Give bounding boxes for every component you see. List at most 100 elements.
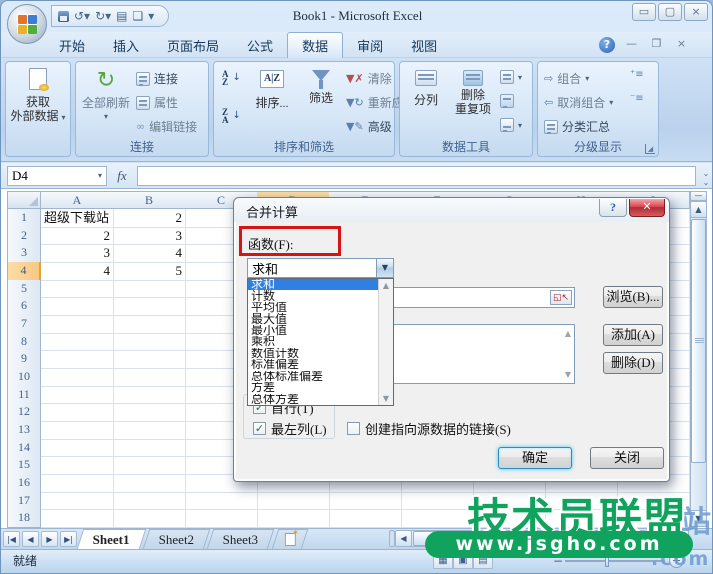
cell-A10[interactable] bbox=[41, 368, 114, 387]
function-option-计数[interactable]: 计数 bbox=[248, 290, 378, 301]
cell-B6[interactable] bbox=[113, 297, 186, 316]
cell-A11[interactable] bbox=[41, 386, 114, 405]
dialog-help-icon[interactable]: ? bbox=[599, 199, 627, 217]
vertical-scroll-thumb[interactable] bbox=[691, 219, 706, 463]
sort-ascending-button[interactable]: AZ↓ bbox=[222, 70, 241, 86]
cell-A1[interactable]: 超级下载站 bbox=[41, 209, 114, 228]
row-header-18[interactable]: 18 bbox=[7, 509, 41, 528]
help-icon[interactable]: ? bbox=[599, 37, 615, 53]
cell-B10[interactable] bbox=[113, 368, 186, 387]
cell-A18[interactable] bbox=[41, 509, 114, 528]
select-all-corner[interactable] bbox=[7, 191, 41, 209]
cell-D18[interactable] bbox=[257, 509, 330, 528]
function-option-乘积[interactable]: 乘积 bbox=[248, 336, 378, 347]
dialog-close-icon[interactable]: ✕ bbox=[629, 199, 665, 217]
row-header-8[interactable]: 8 bbox=[7, 333, 41, 352]
tab-页面布局[interactable]: 页面布局 bbox=[153, 32, 233, 58]
cell-B18[interactable] bbox=[113, 509, 186, 528]
cell-A6[interactable] bbox=[41, 297, 114, 316]
create-links-checkbox[interactable]: 创建指向源数据的链接(S) bbox=[347, 419, 511, 438]
filter-button[interactable]: 筛选 bbox=[300, 70, 342, 105]
row-header-11[interactable]: 11 bbox=[7, 386, 41, 405]
split-handle[interactable]: — bbox=[690, 191, 707, 201]
function-option-平均值[interactable]: 平均值 bbox=[248, 302, 378, 313]
row-header-2[interactable]: 2 bbox=[7, 227, 41, 246]
sheet-tab-Sheet3[interactable]: Sheet3 bbox=[207, 529, 275, 549]
cell-B16[interactable] bbox=[113, 474, 186, 493]
cell-A15[interactable] bbox=[41, 456, 114, 475]
row-header-1[interactable]: 1 bbox=[7, 209, 41, 228]
cell-B15[interactable] bbox=[113, 456, 186, 475]
tab-插入[interactable]: 插入 bbox=[99, 32, 153, 58]
consolidate-button[interactable] bbox=[500, 94, 514, 108]
cell-C18[interactable] bbox=[185, 509, 258, 528]
next-sheet-icon[interactable]: ▶ bbox=[41, 531, 58, 547]
row-header-13[interactable]: 13 bbox=[7, 421, 41, 440]
scroll-up-icon[interactable]: ▲ bbox=[690, 201, 707, 218]
function-option-总体标准偏差[interactable]: 总体标准偏差 bbox=[248, 371, 378, 382]
row-header-14[interactable]: 14 bbox=[7, 439, 41, 458]
function-combobox[interactable]: 求和 ▼ bbox=[247, 258, 394, 278]
workbook-minimize-icon[interactable]: — bbox=[621, 37, 642, 52]
tab-视图[interactable]: 视图 bbox=[397, 32, 451, 58]
cell-B11[interactable] bbox=[113, 386, 186, 405]
cell-A2[interactable]: 2 bbox=[41, 227, 114, 246]
sheet-tab-Sheet2[interactable]: Sheet2 bbox=[143, 529, 211, 549]
dropdown-scroll-down-icon[interactable]: ▼ bbox=[383, 394, 389, 403]
create-links-checkbox-box[interactable] bbox=[347, 422, 360, 435]
row-header-7[interactable]: 7 bbox=[7, 315, 41, 334]
left-column-checkbox-box[interactable]: ✓ bbox=[253, 422, 266, 435]
sheet-tab-Sheet1[interactable]: Sheet1 bbox=[77, 529, 146, 549]
left-column-checkbox[interactable]: ✓ 最左列(L) bbox=[253, 419, 327, 438]
add-button[interactable]: 添加(A) bbox=[603, 324, 663, 346]
remove-duplicates-button[interactable]: 删除 重复项 bbox=[450, 70, 496, 116]
cell-B12[interactable] bbox=[113, 403, 186, 422]
text-to-columns-button[interactable]: 分列 bbox=[404, 70, 448, 107]
cell-B1[interactable]: 2 bbox=[113, 209, 186, 228]
row-header-17[interactable]: 17 bbox=[7, 492, 41, 511]
ungroup-button[interactable]: ⇦ 取消组合▾ bbox=[544, 94, 613, 111]
minimize-button[interactable]: ▭ bbox=[632, 3, 656, 21]
cell-A12[interactable] bbox=[41, 403, 114, 422]
sort-button[interactable]: A|Z 排序... bbox=[248, 70, 296, 110]
insert-worksheet-tab[interactable] bbox=[271, 529, 307, 549]
dropdown-scrollbar[interactable]: ▲ ▼ bbox=[378, 279, 393, 405]
cell-F17[interactable] bbox=[401, 492, 474, 511]
cell-A5[interactable] bbox=[41, 280, 114, 299]
dialog-close-button[interactable]: 关闭 bbox=[590, 447, 664, 469]
scroll-left-icon[interactable]: ◀ bbox=[395, 530, 412, 547]
cell-A13[interactable] bbox=[41, 421, 114, 440]
tab-数据[interactable]: 数据 bbox=[287, 32, 343, 58]
column-header-A[interactable]: A bbox=[41, 191, 114, 209]
row-header-16[interactable]: 16 bbox=[7, 474, 41, 493]
cell-A16[interactable] bbox=[41, 474, 114, 493]
function-option-数值计数[interactable]: 数值计数 bbox=[248, 348, 378, 359]
formula-input[interactable] bbox=[137, 166, 696, 186]
restore-button[interactable]: ▢ bbox=[658, 3, 682, 21]
zoom-slider[interactable] bbox=[565, 560, 665, 562]
cell-B7[interactable] bbox=[113, 315, 186, 334]
row-header-15[interactable]: 15 bbox=[7, 456, 41, 475]
show-detail-button[interactable]: ⁺≡ bbox=[630, 70, 644, 80]
cell-B17[interactable] bbox=[113, 492, 186, 511]
delete-button[interactable]: 删除(D) bbox=[603, 352, 663, 374]
refresh-all-button[interactable]: ↻ 全部刷新 ▾ bbox=[80, 70, 132, 124]
cell-F18[interactable] bbox=[401, 509, 474, 528]
ok-button[interactable]: 确定 bbox=[498, 447, 572, 469]
close-button[interactable]: × bbox=[684, 3, 708, 21]
cell-B3[interactable]: 4 bbox=[113, 244, 186, 263]
workbook-restore-icon[interactable]: ❐ bbox=[646, 37, 667, 52]
what-if-analysis-button[interactable]: ▾ bbox=[500, 118, 522, 132]
cell-C17[interactable] bbox=[185, 492, 258, 511]
insert-function-icon[interactable]: fx bbox=[107, 168, 137, 184]
function-option-标准偏差[interactable]: 标准偏差 bbox=[248, 359, 378, 370]
collapse-dialog-icon[interactable]: ◱↖ bbox=[550, 290, 572, 305]
cell-A7[interactable] bbox=[41, 315, 114, 334]
prev-sheet-icon[interactable]: ◀ bbox=[22, 531, 39, 547]
function-option-最大值[interactable]: 最大值 bbox=[248, 313, 378, 324]
cell-E17[interactable] bbox=[329, 492, 402, 511]
function-option-求和[interactable]: 求和 bbox=[248, 279, 378, 290]
function-option-总体方差[interactable]: 总体方差 bbox=[248, 394, 378, 405]
cell-B13[interactable] bbox=[113, 421, 186, 440]
name-box[interactable]: D4 ▾ bbox=[7, 166, 107, 186]
